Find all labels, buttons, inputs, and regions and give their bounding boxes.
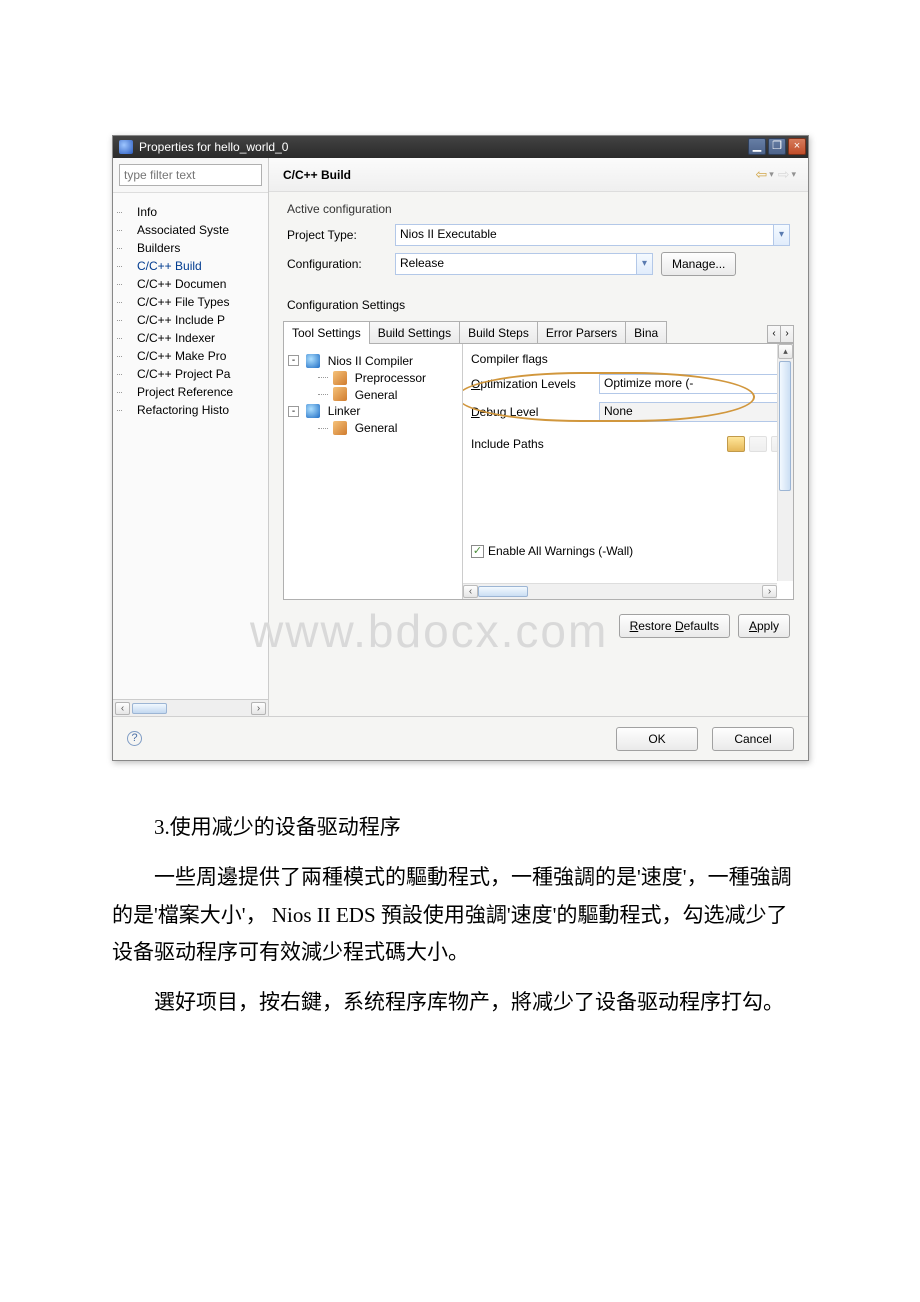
h-scroll-thumb[interactable]: [478, 586, 528, 597]
nav-item-builders[interactable]: Builders: [123, 239, 268, 257]
wrench-icon: [333, 387, 347, 401]
nav-item-cpp-include-paths[interactable]: C/C++ Include P: [123, 311, 268, 329]
props-vscrollbar[interactable]: ▴: [777, 344, 793, 581]
linker-icon: [306, 404, 320, 418]
nav-item-assoc-systems[interactable]: Associated Syste: [123, 221, 268, 239]
back-menu-icon[interactable]: ▾: [769, 169, 774, 180]
scroll-right-icon[interactable]: ›: [251, 702, 266, 715]
project-type-value: Nios II Executable: [400, 227, 497, 241]
edit-path-icon[interactable]: [749, 436, 767, 452]
tab-build-steps[interactable]: Build Steps: [459, 321, 538, 343]
tool-node-linker-general[interactable]: General: [288, 419, 458, 436]
enable-warnings-checkbox[interactable]: ✓: [471, 545, 484, 558]
collapse-icon[interactable]: -: [288, 406, 299, 417]
sidebar-scrollbar[interactable]: ‹ ›: [113, 699, 268, 716]
wrench-icon: [333, 421, 347, 435]
cancel-button[interactable]: Cancel: [712, 727, 794, 751]
scroll-left-icon[interactable]: ‹: [463, 585, 478, 598]
scroll-right-icon[interactable]: ›: [762, 585, 777, 598]
config-settings-label: Configuration Settings: [287, 298, 794, 312]
configuration-label: Configuration:: [287, 257, 387, 271]
collapse-icon[interactable]: -: [288, 355, 299, 366]
ok-button[interactable]: OK: [616, 727, 698, 751]
pane-title: C/C++ Build: [283, 168, 351, 182]
settings-tabs: Tool Settings Build Settings Build Steps…: [283, 320, 794, 344]
debug-level-label: Debug Level: [471, 405, 599, 419]
manage-button[interactable]: Manage...: [661, 252, 736, 276]
tabs-scroll-right-icon[interactable]: ›: [780, 325, 794, 343]
wrench-icon: [333, 371, 347, 385]
tab-error-parsers[interactable]: Error Parsers: [537, 321, 626, 343]
project-type-select[interactable]: Nios II Executable ▾: [395, 224, 790, 246]
configuration-value: Release: [400, 256, 444, 270]
active-config-group: Active configuration Project Type: Nios …: [283, 202, 794, 290]
essay-p1: 3.使用减少的设备驱动程序: [112, 809, 802, 847]
help-icon[interactable]: ?: [127, 731, 142, 746]
props-hscrollbar[interactable]: ‹ ›: [463, 583, 777, 599]
optimization-label: Optimization Levels: [471, 377, 599, 391]
tool-node-preprocessor[interactable]: Preprocessor: [288, 369, 458, 386]
chevron-down-icon: ▾: [636, 254, 652, 274]
nav-item-info[interactable]: Info: [123, 203, 268, 221]
nav-item-refactoring-history[interactable]: Refactoring Histo: [123, 401, 268, 419]
nav-item-cpp-make-project[interactable]: C/C++ Make Pro: [123, 347, 268, 365]
active-config-legend: Active configuration: [287, 202, 790, 216]
category-sidebar: Info Associated Syste Builders C/C++ Bui…: [113, 158, 269, 716]
document-text: 3.使用减少的设备驱动程序 一些周邊提供了兩種模式的驅動程式，一種強調的是'速度…: [112, 809, 802, 1022]
enable-warnings-label: Enable All Warnings (-Wall): [488, 544, 633, 558]
scroll-up-icon[interactable]: ▴: [778, 344, 793, 359]
compiler-flags-label: Compiler flags: [471, 352, 599, 366]
settings-pane: C/C++ Build ⇦ ▾ ⇨ ▾ Active configuration…: [269, 158, 808, 716]
properties-dialog: Properties for hello_world_0 ▁ ❐ × Info …: [112, 135, 809, 761]
tab-tool-settings[interactable]: Tool Settings: [283, 321, 370, 344]
tab-binary-parsers[interactable]: Bina: [625, 321, 667, 343]
nav-item-cpp-documentation[interactable]: C/C++ Documen: [123, 275, 268, 293]
tool-node-linker[interactable]: - Linker: [288, 402, 458, 419]
tabs-scroll-left-icon[interactable]: ‹: [767, 325, 781, 343]
restore-button[interactable]: ❐: [768, 138, 786, 155]
optimization-select[interactable]: Optimize more (-: [599, 374, 789, 394]
scroll-left-icon[interactable]: ‹: [115, 702, 130, 715]
tool-node-compiler[interactable]: - Nios II Compiler: [288, 352, 458, 369]
tab-build-settings[interactable]: Build Settings: [369, 321, 460, 343]
tool-node-general[interactable]: General: [288, 386, 458, 403]
history-nav: ⇦ ▾ ⇨ ▾: [755, 166, 796, 183]
app-icon: [119, 140, 133, 154]
configuration-select[interactable]: Release ▾: [395, 253, 653, 275]
nav-item-cpp-build[interactable]: C/C++ Build: [123, 257, 268, 275]
filter-input[interactable]: [119, 164, 262, 186]
debug-level-select[interactable]: None: [599, 402, 789, 422]
essay-p3: 選好项目，按右鍵，系统程序库物产，將减少了设备驱动程序打勾。: [112, 984, 802, 1022]
essay-p2: 一些周邊提供了兩種模式的驅動程式，一種強調的是'速度'，一種強調的是'檔案大小'…: [112, 859, 802, 972]
forward-menu-icon[interactable]: ▾: [791, 169, 796, 180]
close-button[interactable]: ×: [788, 138, 806, 155]
v-scroll-thumb[interactable]: [779, 361, 791, 491]
titlebar[interactable]: Properties for hello_world_0 ▁ ❐ ×: [113, 136, 808, 158]
minimize-button[interactable]: ▁: [748, 138, 766, 155]
restore-defaults-button[interactable]: Restore Defaults: [619, 614, 730, 638]
back-icon[interactable]: ⇦: [755, 166, 767, 183]
tool-properties: Compiler flags Optimization Levels Optim…: [462, 344, 793, 599]
include-paths-label: Include Paths: [471, 437, 544, 451]
dialog-footer: ? OK Cancel: [113, 716, 808, 760]
nav-tree: Info Associated Syste Builders C/C++ Bui…: [113, 193, 268, 699]
scroll-thumb[interactable]: [132, 703, 167, 714]
window-title: Properties for hello_world_0: [139, 140, 288, 154]
compiler-icon: [306, 354, 320, 368]
nav-item-cpp-indexer[interactable]: C/C++ Indexer: [123, 329, 268, 347]
add-path-icon[interactable]: [727, 436, 745, 452]
nav-item-cpp-file-types[interactable]: C/C++ File Types: [123, 293, 268, 311]
nav-item-project-references[interactable]: Project Reference: [123, 383, 268, 401]
project-type-label: Project Type:: [287, 228, 387, 242]
tool-tree: - Nios II Compiler Preprocessor General: [284, 344, 462, 599]
apply-button[interactable]: Apply: [738, 614, 790, 638]
nav-item-cpp-project-paths[interactable]: C/C++ Project Pa: [123, 365, 268, 383]
forward-icon[interactable]: ⇨: [778, 166, 790, 183]
tool-settings-panel: - Nios II Compiler Preprocessor General: [283, 344, 794, 600]
chevron-down-icon: ▾: [773, 225, 789, 245]
